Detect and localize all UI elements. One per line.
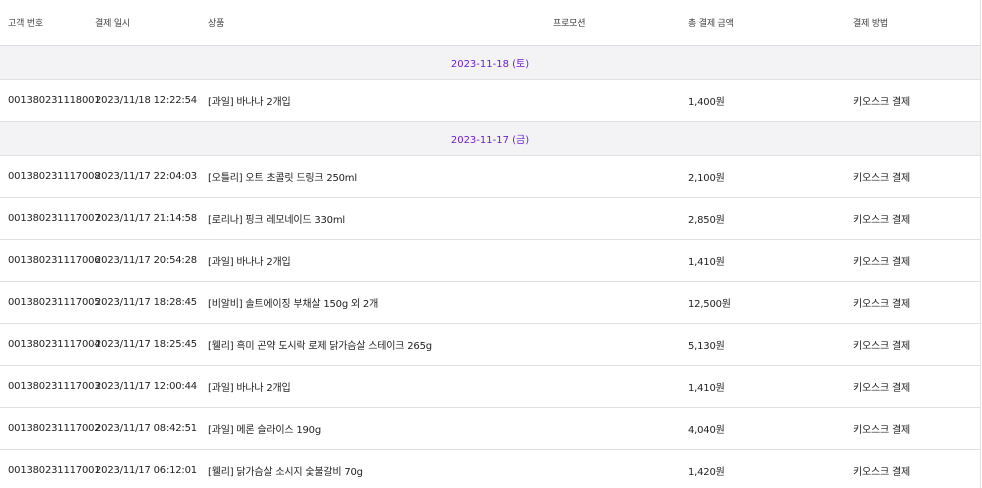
table-header: 고객 번호 결제 일시 상품 프로모션 총 결제 금액 결제 방법 xyxy=(0,0,980,46)
product-cell: [오틀리] 오트 초콜릿 드링크 250ml xyxy=(208,173,357,184)
amount-cell: 5,130원 xyxy=(688,341,725,352)
product-cell: [로리나] 핑크 레모네이드 330ml xyxy=(208,215,345,226)
customer-no-cell: 001380231118001 xyxy=(8,95,101,106)
customer-no-cell: 001380231117004 xyxy=(8,339,101,350)
payment-history-table: 고객 번호 결제 일시 상품 프로모션 총 결제 금액 결제 방법 2023-1… xyxy=(0,0,981,488)
payment-method-cell: 키오스크 결제 xyxy=(853,341,910,352)
paid-at-cell: 2023/11/17 20:54:28 xyxy=(95,255,197,266)
date-group-header: 2023-11-18 (토) xyxy=(0,46,980,80)
paid-at-cell: 2023/11/17 21:14:58 xyxy=(95,213,197,224)
customer-no-cell: 001380231117002 xyxy=(8,423,101,434)
table-row[interactable]: 001380231118001 2023/11/18 12:22:54 [과일]… xyxy=(0,80,980,122)
table-row[interactable]: 001380231117003 2023/11/17 12:00:44 [과일]… xyxy=(0,366,980,408)
amount-cell: 2,850원 xyxy=(688,215,725,226)
amount-cell: 2,100원 xyxy=(688,173,725,184)
product-cell: [비알비] 솔트에이징 부채살 150g 외 2개 xyxy=(208,299,379,310)
paid-at-cell: 2023/11/17 18:28:45 xyxy=(95,297,197,308)
payment-method-cell: 키오스크 결제 xyxy=(853,215,910,226)
customer-no-cell: 001380231117005 xyxy=(8,297,101,308)
table-row[interactable]: 001380231117008 2023/11/17 22:04:03 [오틀리… xyxy=(0,156,980,198)
column-header-customer-no[interactable]: 고객 번호 xyxy=(8,0,43,45)
product-cell: [과일] 바나나 2개입 xyxy=(208,383,291,394)
amount-cell: 1,400원 xyxy=(688,97,725,108)
customer-no-cell: 001380231117003 xyxy=(8,381,101,392)
payment-history-page: 고객 번호 결제 일시 상품 프로모션 총 결제 금액 결제 방법 2023-1… xyxy=(0,0,982,488)
table-row[interactable]: 001380231117004 2023/11/17 18:25:45 [웰리]… xyxy=(0,324,980,366)
product-cell: [웰리] 흑미 곤약 도시락 로제 닭가슴살 스테이크 265g xyxy=(208,341,432,352)
amount-cell: 1,410원 xyxy=(688,257,725,268)
customer-no-cell: 001380231117007 xyxy=(8,213,101,224)
table-row[interactable]: 001380231117002 2023/11/17 08:42:51 [과일]… xyxy=(0,408,980,450)
payment-method-cell: 키오스크 결제 xyxy=(853,425,910,436)
column-header-product[interactable]: 상품 xyxy=(208,0,224,45)
column-header-payment-method[interactable]: 결제 방법 xyxy=(853,0,888,45)
payment-method-cell: 키오스크 결제 xyxy=(853,383,910,394)
amount-cell: 4,040원 xyxy=(688,425,725,436)
paid-at-cell: 2023/11/17 12:00:44 xyxy=(95,381,197,392)
payment-method-cell: 키오스크 결제 xyxy=(853,173,910,184)
product-cell: [과일] 바나나 2개입 xyxy=(208,97,291,108)
date-group-label: 2023-11-18 (토) xyxy=(450,59,530,70)
payment-method-cell: 키오스크 결제 xyxy=(853,467,910,478)
product-cell: [과일] 메론 슬라이스 190g xyxy=(208,425,321,436)
product-cell: [과일] 바나나 2개입 xyxy=(208,257,291,268)
paid-at-cell: 2023/11/17 06:12:01 xyxy=(95,465,197,476)
paid-at-cell: 2023/11/18 12:22:54 xyxy=(95,95,197,106)
amount-cell: 1,410원 xyxy=(688,383,725,394)
paid-at-cell: 2023/11/17 22:04:03 xyxy=(95,171,197,182)
column-header-total-amount[interactable]: 총 결제 금액 xyxy=(688,0,734,45)
customer-no-cell: 001380231117001 xyxy=(8,465,101,476)
table-row[interactable]: 001380231117001 2023/11/17 06:12:01 [웰리]… xyxy=(0,450,980,488)
table-row[interactable]: 001380231117007 2023/11/17 21:14:58 [로리나… xyxy=(0,198,980,240)
date-group-header: 2023-11-17 (금) xyxy=(0,122,980,156)
product-cell: [웰리] 닭가슴살 소시지 숯불갈비 70g xyxy=(208,467,363,478)
table-row[interactable]: 001380231117005 2023/11/17 18:28:45 [비알비… xyxy=(0,282,980,324)
column-header-promotion[interactable]: 프로모션 xyxy=(553,0,586,45)
payment-method-cell: 키오스크 결제 xyxy=(853,299,910,310)
paid-at-cell: 2023/11/17 18:25:45 xyxy=(95,339,197,350)
payment-method-cell: 키오스크 결제 xyxy=(853,257,910,268)
table-row[interactable]: 001380231117006 2023/11/17 20:54:28 [과일]… xyxy=(0,240,980,282)
payment-method-cell: 키오스크 결제 xyxy=(853,97,910,108)
paid-at-cell: 2023/11/17 08:42:51 xyxy=(95,423,197,434)
customer-no-cell: 001380231117008 xyxy=(8,171,101,182)
amount-cell: 12,500원 xyxy=(688,299,731,310)
amount-cell: 1,420원 xyxy=(688,467,725,478)
column-header-paid-at[interactable]: 결제 일시 xyxy=(95,0,130,45)
customer-no-cell: 001380231117006 xyxy=(8,255,101,266)
date-group-label: 2023-11-17 (금) xyxy=(450,135,530,146)
